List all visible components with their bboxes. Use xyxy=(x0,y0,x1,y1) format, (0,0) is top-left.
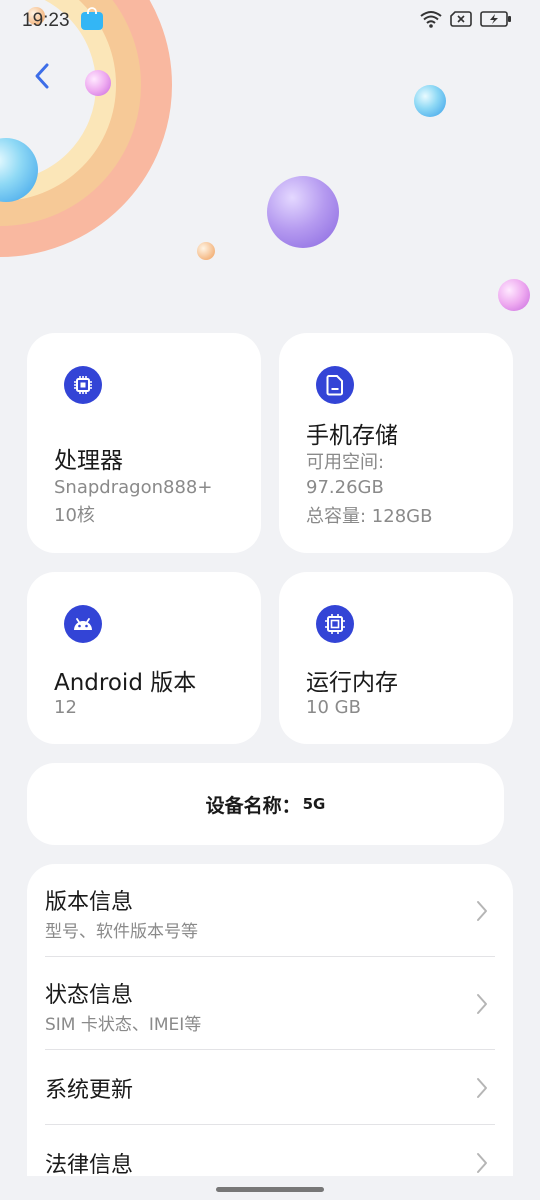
storage-card[interactable]: 手机存储 可用空间: 97.26GB 总容量: 128GB xyxy=(279,333,513,553)
status-bar: 19:23 xyxy=(0,0,540,42)
chip-icon xyxy=(64,366,102,404)
chevron-right-icon xyxy=(477,1078,487,1098)
ram-value: 10 GB xyxy=(306,697,361,718)
ram-title: 运行内存 xyxy=(306,670,398,696)
wifi-icon xyxy=(420,10,442,32)
storage-title: 手机存储 xyxy=(306,423,398,449)
device-name-value: 5G xyxy=(302,795,326,813)
memory-icon xyxy=(316,605,354,643)
chevron-right-icon xyxy=(477,901,487,921)
android-version-card[interactable]: Android 版本 12 xyxy=(27,572,261,744)
storage-available-value: 97.26GB xyxy=(306,477,384,498)
chevron-right-icon xyxy=(477,1153,487,1173)
chevron-left-icon xyxy=(35,63,49,89)
file-icon xyxy=(316,366,354,404)
list-item-title: 状态信息 xyxy=(45,983,134,1008)
list-item-version-info[interactable]: 版本信息 型号、软件版本号等 xyxy=(45,864,495,957)
processor-model: Snapdragon888+ xyxy=(54,477,213,498)
settings-list: 版本信息 型号、软件版本号等 状态信息 SIM 卡状态、IMEI等 系统更新 法… xyxy=(27,864,513,1176)
list-item-title: 法律信息 xyxy=(45,1153,134,1176)
shopping-bag-icon xyxy=(80,7,104,35)
hero-illustration xyxy=(0,0,540,320)
list-item-subtitle: SIM 卡状态、IMEI等 xyxy=(45,1015,202,1035)
processor-cores: 10核 xyxy=(54,505,95,526)
device-name-card[interactable]: 设备名称： 5G xyxy=(27,763,504,845)
no-sim-icon xyxy=(450,11,472,31)
list-item-title: 系统更新 xyxy=(45,1078,134,1103)
list-item-legal-info[interactable]: 法律信息 xyxy=(45,1125,495,1176)
processor-card[interactable]: 处理器 Snapdragon888+ 10核 xyxy=(27,333,261,553)
battery-charging-icon xyxy=(480,11,512,31)
list-item-system-update[interactable]: 系统更新 xyxy=(45,1050,495,1125)
processor-title: 处理器 xyxy=(54,448,123,474)
list-item-title: 版本信息 xyxy=(45,890,134,915)
android-version-value: 12 xyxy=(54,697,77,718)
hero-graphic xyxy=(0,0,530,311)
status-time: 19:23 xyxy=(22,10,70,31)
device-name-label: 设备名称： xyxy=(205,794,301,817)
storage-total: 总容量: 128GB xyxy=(306,506,433,527)
storage-available-label: 可用空间: xyxy=(306,452,385,473)
list-item-subtitle: 型号、软件版本号等 xyxy=(45,922,198,942)
list-item-status-info[interactable]: 状态信息 SIM 卡状态、IMEI等 xyxy=(45,957,495,1050)
android-version-title: Android 版本 xyxy=(54,670,197,696)
home-indicator[interactable] xyxy=(216,1187,324,1192)
chevron-right-icon xyxy=(477,994,487,1014)
back-button[interactable] xyxy=(22,56,62,96)
ram-card[interactable]: 运行内存 10 GB xyxy=(279,572,513,744)
android-icon xyxy=(64,605,102,643)
